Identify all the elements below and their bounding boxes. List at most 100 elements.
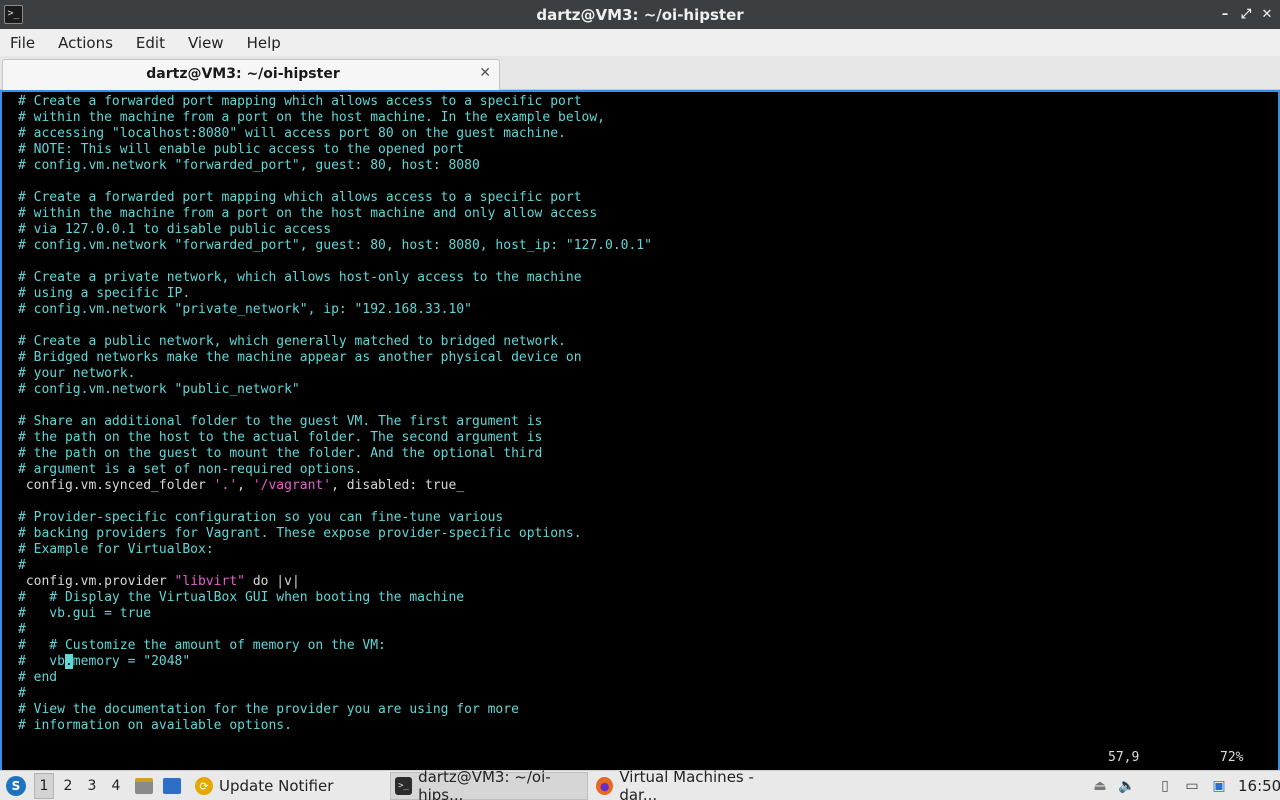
terminal-line: # View the documentation for the provide… — [18, 702, 652, 718]
terminal-line: # # Customize the amount of memory on th… — [18, 638, 652, 654]
terminal-line: # config.vm.network "forwarded_port", gu… — [18, 238, 652, 254]
terminal-text-span: # Create a private network, which allows… — [18, 270, 582, 285]
firefox-icon: ● — [596, 777, 614, 795]
eject-icon[interactable]: ⏏ — [1091, 777, 1109, 795]
task-label: Virtual Machines - dar... — [619, 768, 754, 800]
workspace-2[interactable]: 2 — [58, 771, 78, 800]
tab-bar: dartz@VM3: ~/oi-hipster ✕ — [0, 56, 1280, 90]
terminal-text-span: '/vagrant' — [252, 478, 332, 493]
menu-help[interactable]: Help — [241, 34, 287, 52]
minimize-icon[interactable]: – — [1214, 0, 1236, 29]
window-title: dartz@VM3: ~/oi-hipster — [536, 5, 744, 24]
terminal-text-span: # NOTE: This will enable public access t… — [18, 142, 465, 157]
clipboard-icon[interactable]: ▯ — [1156, 777, 1174, 795]
terminal-line: # via 127.0.0.1 to disable public access — [18, 222, 652, 238]
restore-icon[interactable]: ⤢ — [1235, 0, 1257, 29]
terminal-text-span: # the path on the guest to mount the fol… — [18, 446, 543, 461]
tab-terminal-session[interactable]: dartz@VM3: ~/oi-hipster ✕ — [2, 59, 500, 90]
terminal-line: # Create a forwarded port mapping which … — [18, 94, 652, 110]
terminal-line: # your network. — [18, 366, 652, 382]
workspace-1[interactable]: 1 — [34, 773, 54, 799]
terminal-line: # Create a private network, which allows… — [18, 270, 652, 286]
terminal-text-span: # your network. — [18, 366, 136, 381]
terminal-line: # — [18, 558, 652, 574]
terminal-line: # config.vm.network "public_network" — [18, 382, 652, 398]
terminal-text-span: "libvirt" — [174, 574, 245, 589]
terminal-text-span: # Create a forwarded port mapping which … — [18, 94, 582, 109]
terminal-text-span: # vb — [18, 654, 65, 669]
terminal-text-span: # config.vm.network "private_network", i… — [18, 302, 472, 317]
terminal-text-span: # argument is a set of non-required opti… — [18, 462, 363, 477]
task-virtual-machines[interactable]: ● Virtual Machines - dar... — [592, 768, 790, 800]
terminal-text-span: # — [18, 686, 26, 701]
terminal-text-span: # config.vm.network "forwarded_port", gu… — [18, 158, 480, 173]
update-notifier-icon: ⟳ — [195, 777, 213, 795]
terminal-text-span: # vb.gui = true — [18, 606, 152, 621]
terminal-text-span: # the path on the host to the actual fol… — [18, 430, 543, 445]
terminal-line: # backing providers for Vagrant. These e… — [18, 526, 652, 542]
terminal-text-span: # View the documentation for the provide… — [18, 702, 519, 717]
terminal-line: # information on available options. — [18, 718, 652, 734]
terminal-text-span: config.vm.provider — [18, 574, 175, 589]
menu-actions[interactable]: Actions — [52, 34, 119, 52]
clock: 16:50 — [1238, 777, 1280, 795]
terminal-text-span: '.' — [213, 478, 238, 493]
cursor-position: 57,9 — [1108, 750, 1140, 765]
terminal-text-span: # Provider-specific configuration so you… — [18, 510, 504, 525]
terminal-line: # — [18, 686, 652, 702]
terminal-line: # — [18, 622, 652, 638]
terminal-line: config.vm.synced_folder '.', '/vagrant',… — [18, 478, 652, 494]
terminal-line: # within the machine from a port on the … — [18, 206, 652, 222]
task-terminal[interactable]: >_ dartz@VM3: ~/oi-hips... — [390, 768, 588, 800]
terminal-text-span: , — [237, 478, 253, 493]
terminal-line: # # Display the VirtualBox GUI when boot… — [18, 590, 652, 606]
terminal-line: # the path on the guest to mount the fol… — [18, 446, 652, 462]
start-menu-icon[interactable]: S — [6, 776, 26, 796]
network-icon[interactable]: ▭ — [1183, 777, 1201, 795]
tab-close-icon[interactable]: ✕ — [479, 65, 491, 81]
terminal-text-span: # — [18, 622, 26, 637]
menu-edit[interactable]: Edit — [130, 34, 171, 52]
close-icon[interactable]: ✕ — [1256, 0, 1278, 29]
terminal-text-span: # using a specific IP. — [18, 286, 191, 301]
terminal-text-span: # within the machine from a port on the … — [18, 110, 605, 125]
terminal-text-span: , disabled: true_ — [331, 478, 465, 493]
task-label: dartz@VM3: ~/oi-hips... — [418, 768, 551, 800]
show-desktop-icon[interactable] — [163, 778, 181, 794]
terminal-text-span: # Create a forwarded port mapping which … — [18, 190, 582, 205]
task-update-notifier[interactable]: ⟳ Update Notifier — [191, 771, 386, 800]
terminal-line: # within the machine from a port on the … — [18, 110, 652, 126]
workspace-3[interactable]: 3 — [82, 771, 102, 800]
terminal-text-span: # Share an additional folder to the gues… — [18, 414, 543, 429]
volume-icon[interactable]: 🔈 — [1118, 777, 1136, 795]
terminal-line: # vb.gui = true — [18, 606, 652, 622]
menu-file[interactable]: File — [4, 34, 41, 52]
file-manager-icon[interactable] — [135, 778, 153, 794]
terminal-text-span: memory = "2048" — [72, 654, 191, 669]
terminal-text-span: # # Display the VirtualBox GUI when boot… — [18, 590, 465, 605]
terminal-line: # Bridged networks make the machine appe… — [18, 350, 652, 366]
menu-bar: File Actions Edit View Help — [0, 29, 1280, 56]
terminal-text-span: # within the machine from a port on the … — [18, 206, 598, 221]
window-titlebar[interactable]: >_ dartz@VM3: ~/oi-hipster – ⤢ ✕ — [0, 0, 1280, 29]
workspace-4[interactable]: 4 — [106, 771, 126, 800]
terminal-line: # NOTE: This will enable public access t… — [18, 142, 652, 158]
terminal-text-span: # config.vm.network "public_network" — [18, 382, 300, 397]
terminal-text-span: do |v| — [245, 574, 300, 589]
terminal-line: # Provider-specific configuration so you… — [18, 510, 652, 526]
terminal-text-span: # end — [18, 670, 58, 685]
terminal-text-span: # Bridged networks make the machine appe… — [18, 350, 582, 365]
menu-view[interactable]: View — [182, 34, 230, 52]
notification-icon[interactable]: ▣ — [1210, 777, 1228, 795]
terminal-view[interactable]: # Create a forwarded port mapping which … — [0, 90, 1280, 770]
terminal-line: config.vm.provider "libvirt" do |v| — [18, 574, 652, 590]
terminal-text-span: # config.vm.network "forwarded_port", gu… — [18, 238, 652, 253]
terminal-line: # the path on the host to the actual fol… — [18, 430, 652, 446]
terminal-text-span: # accessing "localhost:8080" will access… — [18, 126, 566, 141]
terminal-line: # using a specific IP. — [18, 286, 652, 302]
